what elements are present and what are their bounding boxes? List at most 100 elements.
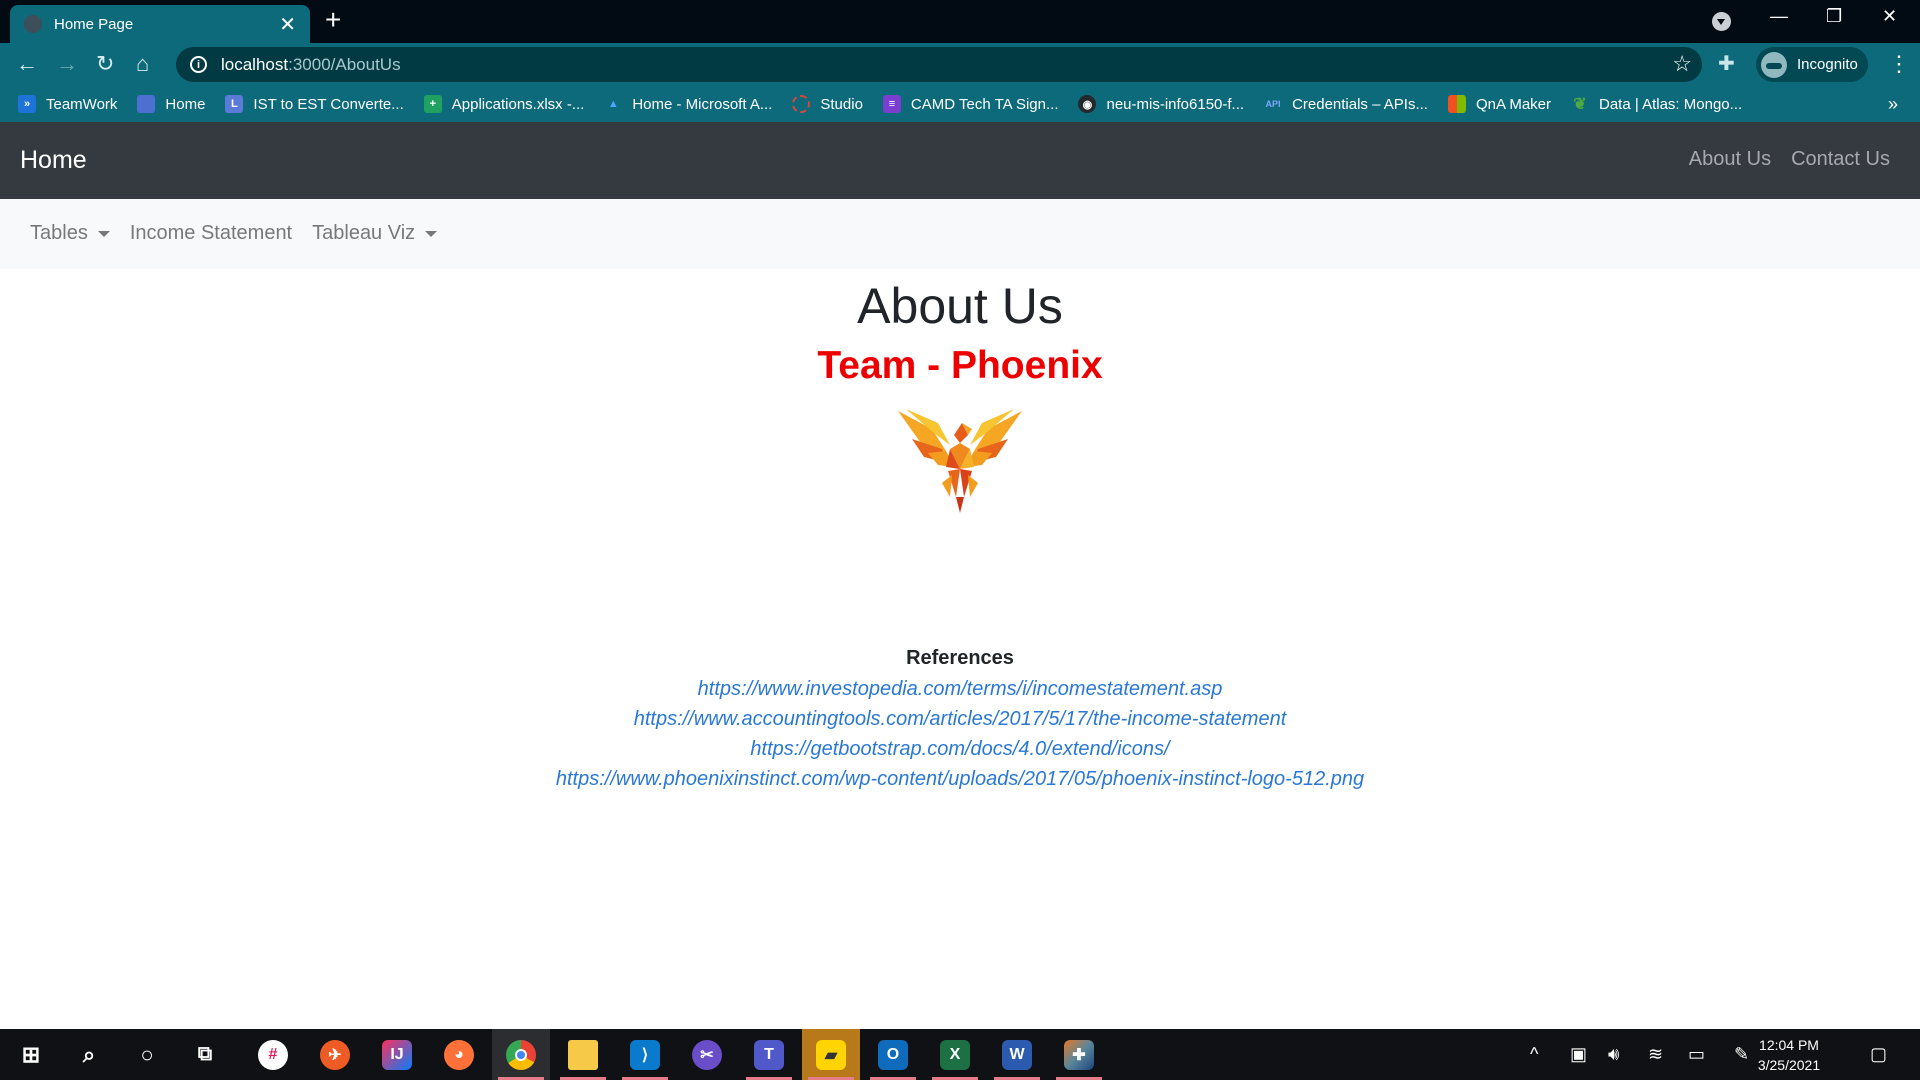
bookmark-item[interactable]: Home xyxy=(137,95,205,113)
new-tab-button[interactable]: + xyxy=(325,6,341,34)
more-bookmarks-icon[interactable]: » xyxy=(1888,94,1898,115)
bookmark-label: IST to EST Converte... xyxy=(253,95,404,113)
site-info-icon[interactable]: i xyxy=(190,56,207,73)
address-bar[interactable]: i localhost:3000/AboutUs ☆ xyxy=(176,47,1702,82)
firefox-icon[interactable]: ◕ xyxy=(430,1029,488,1080)
nav-link-income-statement[interactable]: Income Statement xyxy=(130,222,292,245)
slack-icon[interactable]: # xyxy=(244,1029,302,1080)
nav-dropdown-tables[interactable]: Tables xyxy=(30,222,110,245)
task-view-icon[interactable]: ⧉ xyxy=(176,1029,234,1080)
teams-icon[interactable]: T xyxy=(740,1029,798,1080)
caret-down-icon xyxy=(425,230,438,237)
bookmark-item[interactable]: ▲ Home - Microsoft A... xyxy=(604,95,773,113)
globe-icon xyxy=(24,15,42,33)
forward-icon[interactable]: → xyxy=(56,51,78,77)
system-clock[interactable]: 12:04 PM 3/25/2021 xyxy=(1744,1035,1834,1075)
tab-search-icon[interactable] xyxy=(1712,12,1731,31)
intellij-icon[interactable]: IJ xyxy=(368,1029,426,1080)
bookmark-item[interactable]: » TeamWork xyxy=(18,95,117,113)
minimize-icon[interactable]: — xyxy=(1770,6,1788,27)
sticky-notes-icon[interactable]: ▰ xyxy=(802,1029,860,1080)
bookmark-item[interactable]: + Applications.xlsx -... xyxy=(423,95,585,113)
close-tab-icon[interactable]: ✕ xyxy=(279,12,296,37)
cortana-icon[interactable]: ○ xyxy=(118,1029,176,1080)
studio-icon xyxy=(792,95,811,113)
clock-date: 3/25/2021 xyxy=(1757,1057,1821,1073)
page-title: About Us xyxy=(857,278,1063,334)
nav-item-label: Tableau Viz xyxy=(312,222,416,244)
bookmarks-bar: » TeamWork Home L IST to EST Converte... +… xyxy=(0,86,1920,122)
browser-toolbar: ← → ↻ ⌂ i localhost:3000/AboutUs ☆ ✚ Inc… xyxy=(0,43,1920,86)
bookmark-label: Home - Microsoft A... xyxy=(632,95,773,113)
nav-link-about-us[interactable]: About Us xyxy=(1689,148,1771,171)
bookmark-item[interactable]: API Credentials – APIs... xyxy=(1264,95,1428,113)
references-heading: References xyxy=(906,647,1014,669)
volume-icon[interactable]: 🔊︎ xyxy=(1608,1044,1619,1065)
page-icon xyxy=(137,95,156,113)
team-name: Team - Phoenix xyxy=(817,344,1103,387)
windows-taskbar: ⊞ ⌕ ○ ⧉ # ✈ IJ ◕ ⟩ ✂ T ▰ O X W ✚ ^ ▣ 🔊︎ … xyxy=(0,1029,1920,1080)
azure-icon: ▲ xyxy=(607,98,619,110)
vscode-icon[interactable]: ⟩ xyxy=(616,1029,674,1080)
restore-icon[interactable]: ❐ xyxy=(1826,6,1842,27)
extensions-icon[interactable]: ✚ xyxy=(1718,51,1735,76)
nav-item-label: Tables xyxy=(30,222,88,244)
excel-icon[interactable]: X xyxy=(926,1029,984,1080)
nav-dropdown-tableau-viz[interactable]: Tableau Viz xyxy=(312,222,438,245)
chrome-icon[interactable] xyxy=(492,1029,550,1080)
search-icon[interactable]: ⌕ xyxy=(60,1029,118,1080)
navbar-brand[interactable]: Home xyxy=(20,146,87,175)
incognito-badge[interactable]: Incognito xyxy=(1756,47,1868,82)
browser-tab-strip: Home Page ✕ + — ❐ ✕ xyxy=(0,0,1920,43)
mongodb-icon: ❦ xyxy=(1573,96,1587,113)
sub-navbar: Tables Income Statement Tableau Viz xyxy=(0,199,1920,269)
caret-down-icon xyxy=(97,230,110,237)
battery-icon[interactable]: ▭ xyxy=(1688,1044,1705,1065)
notifications-icon[interactable]: ▢ xyxy=(1870,1044,1887,1065)
bookmark-label: Home xyxy=(165,95,206,113)
bookmark-item[interactable]: L IST to EST Converte... xyxy=(225,95,404,113)
bookmark-item[interactable]: ◉ neu-mis-info6150-f... xyxy=(1078,95,1244,113)
nav-link-contact-us[interactable]: Contact Us xyxy=(1791,148,1890,171)
bookmark-label: Studio xyxy=(820,95,863,113)
incognito-icon xyxy=(1761,51,1787,78)
tableau-icon[interactable]: ✚ xyxy=(1050,1029,1108,1080)
tray-overflow-icon[interactable]: ^ xyxy=(1530,1044,1538,1065)
bookmark-item[interactable]: QnA Maker xyxy=(1447,95,1551,113)
word-icon[interactable]: W xyxy=(988,1029,1046,1080)
main-content: About Us Team - Phoenix References https… xyxy=(0,269,1920,1029)
teamwork-icon: » xyxy=(18,95,36,113)
bookmark-star-icon[interactable]: ☆ xyxy=(1672,51,1692,77)
bookmark-label: Credentials – APIs... xyxy=(1292,95,1428,113)
close-window-icon[interactable]: ✕ xyxy=(1882,6,1897,27)
bookmark-item[interactable]: Studio xyxy=(792,95,863,113)
bookmark-label: QnA Maker xyxy=(1475,95,1551,113)
references-list: https://www.investopedia.com/terms/i/inc… xyxy=(0,674,1920,794)
bookmark-item[interactable]: ≡ CAMD Tech TA Sign... xyxy=(882,95,1058,113)
reference-link[interactable]: https://www.phoenixinstinct.com/wp-conte… xyxy=(0,764,1920,794)
reference-link[interactable]: https://www.investopedia.com/terms/i/inc… xyxy=(0,674,1920,704)
reload-icon[interactable]: ↻ xyxy=(96,51,114,77)
file-explorer-icon[interactable] xyxy=(554,1029,612,1080)
back-icon[interactable]: ← xyxy=(16,51,38,77)
snip-sketch-icon[interactable]: ✂ xyxy=(678,1029,736,1080)
top-navbar: Home About Us Contact Us xyxy=(0,122,1920,199)
postman-icon[interactable]: ✈ xyxy=(306,1029,364,1080)
browser-menu-icon[interactable]: ⋮ xyxy=(1888,51,1910,77)
bookmark-item[interactable]: ❦ Data | Atlas: Mongo... xyxy=(1571,95,1742,114)
meet-now-icon[interactable]: ▣ xyxy=(1570,1044,1587,1065)
github-icon: ◉ xyxy=(1078,95,1097,113)
outlook-icon[interactable]: O xyxy=(864,1029,922,1080)
bookmark-label: Applications.xlsx -... xyxy=(451,95,585,113)
reference-link[interactable]: https://getbootstrap.com/docs/4.0/extend… xyxy=(0,734,1920,764)
navbar-right-links: About Us Contact Us xyxy=(1669,148,1890,171)
nav-item-label: Income Statement xyxy=(129,222,293,244)
bookmark-label: neu-mis-info6150-f... xyxy=(1106,95,1245,113)
wifi-icon[interactable]: ≋ xyxy=(1648,1044,1663,1065)
browser-tab[interactable]: Home Page ✕ xyxy=(10,5,310,43)
tab-title: Home Page xyxy=(54,15,134,33)
url-path: :3000/AboutUs xyxy=(288,54,401,74)
reference-link[interactable]: https://www.accountingtools.com/articles… xyxy=(0,704,1920,734)
home-icon[interactable]: ⌂ xyxy=(136,51,149,77)
windows-start-icon[interactable]: ⊞ xyxy=(2,1029,60,1080)
